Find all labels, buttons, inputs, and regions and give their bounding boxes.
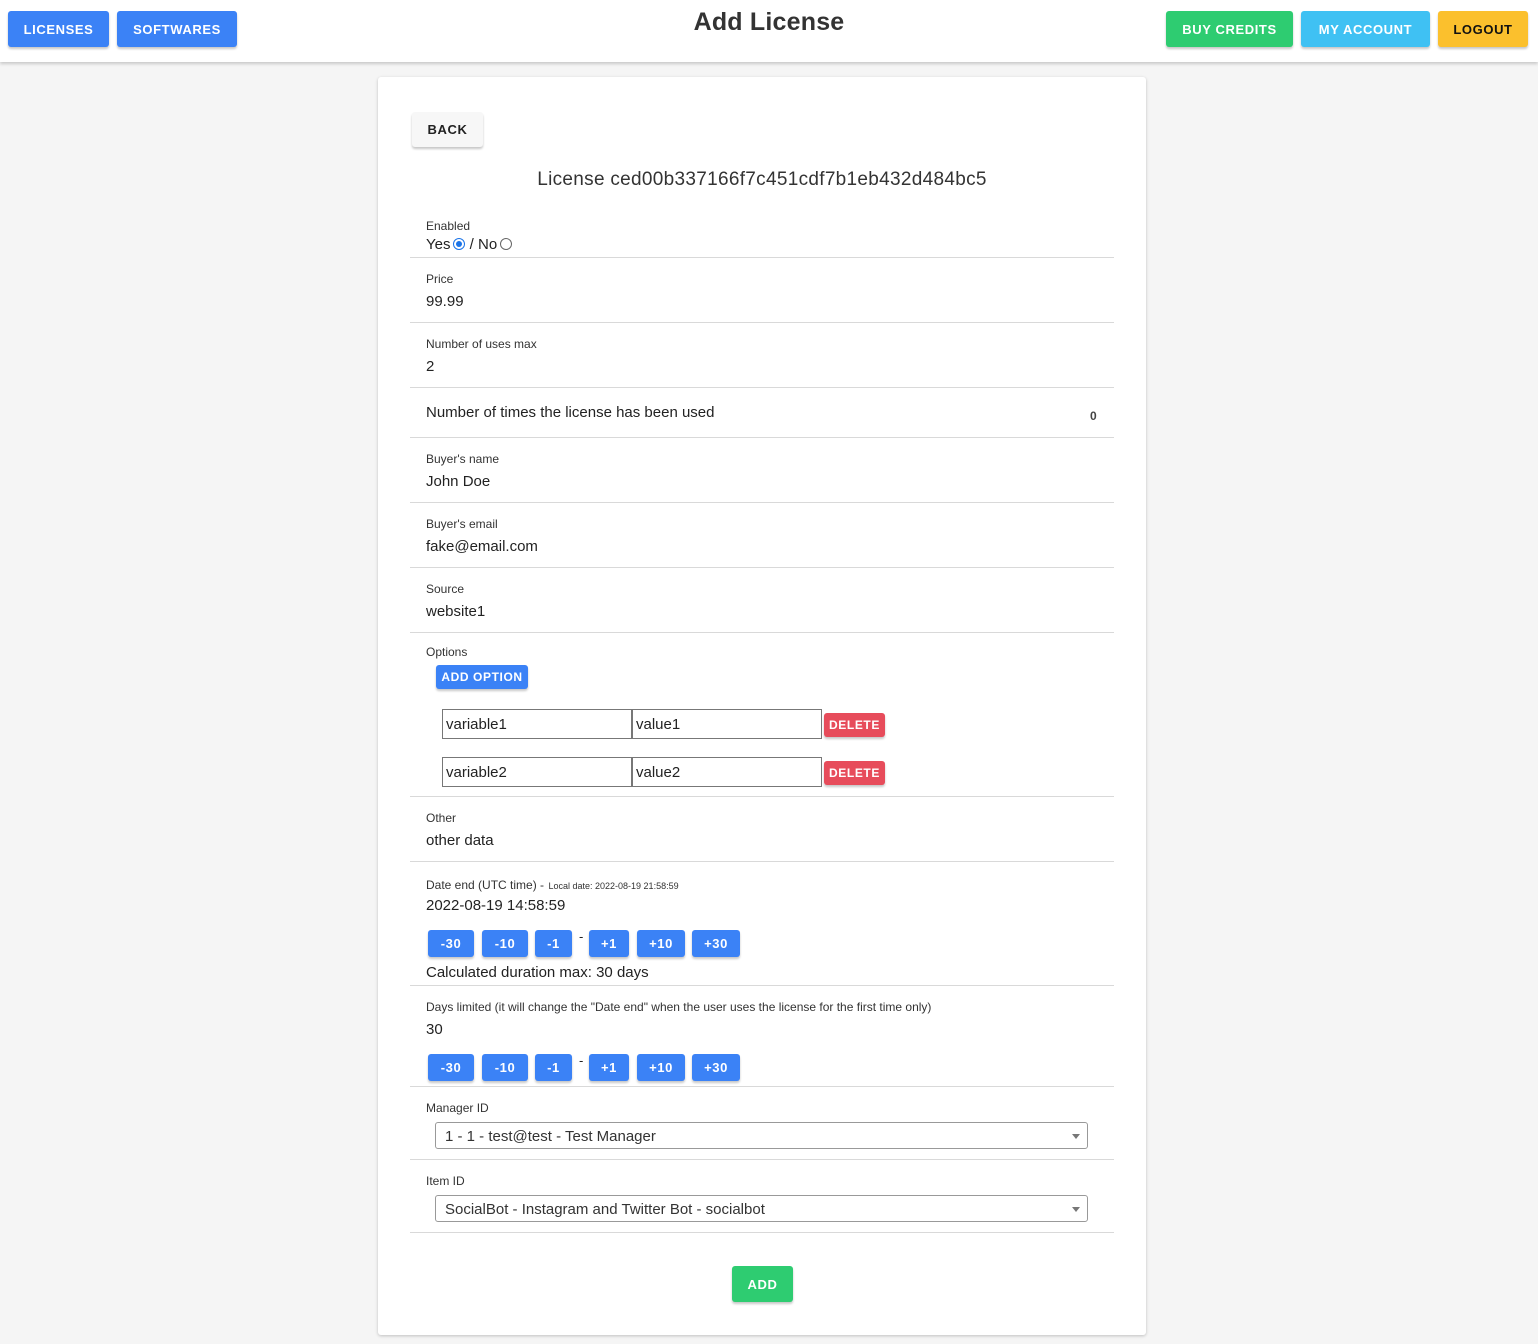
divider [410, 861, 1114, 862]
date-end-label-row: Date end (UTC time) - Local date: 2022-0… [426, 876, 679, 894]
options-label: Options [426, 645, 468, 659]
divider [410, 632, 1114, 633]
option-value-input[interactable] [632, 757, 822, 787]
times-used-label: Number of times the license has been use… [426, 404, 715, 421]
item-id-selected: SocialBot - Instagram and Twitter Bot - … [445, 1201, 765, 1218]
days-limited-field[interactable]: 30 [426, 1021, 443, 1038]
source-field[interactable]: website1 [426, 603, 485, 620]
enabled-separator: / [469, 236, 474, 253]
step-separator: - [579, 1053, 584, 1068]
max-uses-field[interactable]: 2 [426, 358, 434, 375]
date-plus-10-button[interactable]: +10 [637, 930, 685, 957]
date-minus-1-button[interactable]: -1 [535, 930, 572, 957]
divider [410, 1086, 1114, 1087]
times-used-value: 0 [1090, 409, 1097, 423]
date-minus-10-button[interactable]: -10 [482, 930, 528, 957]
date-end-field[interactable]: 2022-08-19 14:58:59 [426, 897, 565, 914]
other-label: Other [426, 811, 457, 825]
buyer-email-field[interactable]: fake@email.com [426, 538, 538, 555]
days-minus-30-button[interactable]: -30 [428, 1054, 474, 1081]
enabled-no-radio[interactable] [500, 238, 513, 250]
option-key-input[interactable] [442, 709, 632, 739]
date-plus-1-button[interactable]: +1 [589, 930, 629, 957]
local-date-note: Local date: 2022-08-19 21:58:59 [548, 881, 679, 891]
delete-option-button[interactable]: DELETE [824, 713, 885, 737]
date-plus-30-button[interactable]: +30 [692, 930, 740, 957]
item-id-select[interactable]: SocialBot - Instagram and Twitter Bot - … [435, 1195, 1088, 1222]
delete-option-button[interactable]: DELETE [824, 761, 885, 785]
divider [410, 387, 1114, 388]
price-field[interactable]: 99.99 [426, 293, 464, 310]
divider [410, 796, 1114, 797]
buyer-name-label: Buyer's name [426, 452, 499, 466]
price-label: Price [426, 272, 454, 286]
date-end-label: Date end (UTC time) - [426, 878, 545, 892]
option-value-input[interactable] [632, 709, 822, 739]
days-plus-10-button[interactable]: +10 [637, 1054, 685, 1081]
item-id-label: Item ID [426, 1174, 465, 1188]
manager-id-label: Manager ID [426, 1101, 489, 1115]
back-button[interactable]: BACK [412, 112, 483, 147]
divider [410, 567, 1114, 568]
enabled-no-label: No [478, 236, 498, 253]
top-navbar: LICENSES SOFTWARES Add License BUY CREDI… [0, 0, 1538, 62]
days-plus-1-button[interactable]: +1 [589, 1054, 629, 1081]
divider [410, 257, 1114, 258]
enabled-yes-label: Yes [426, 236, 451, 253]
logout-button[interactable]: LOGOUT [1438, 11, 1528, 47]
days-limited-label: Days limited (it will change the "Date e… [426, 1000, 932, 1014]
my-account-button[interactable]: MY ACCOUNT [1301, 11, 1430, 47]
add-option-button[interactable]: ADD OPTION [436, 665, 528, 689]
divider [410, 1159, 1114, 1160]
add-button[interactable]: ADD [732, 1266, 793, 1302]
buy-credits-button[interactable]: BUY CREDITS [1166, 11, 1293, 47]
enabled-radio-group: Yes / No [426, 236, 513, 253]
date-minus-30-button[interactable]: -30 [428, 930, 474, 957]
divider [410, 985, 1114, 986]
days-minus-1-button[interactable]: -1 [535, 1054, 572, 1081]
divider [410, 322, 1114, 323]
divider [410, 437, 1114, 438]
enabled-yes-radio[interactable] [453, 238, 466, 250]
license-title: License ced00b337166f7c451cdf7b1eb432d48… [537, 169, 987, 190]
max-uses-label: Number of uses max [426, 337, 537, 351]
divider [410, 1232, 1114, 1233]
days-plus-30-button[interactable]: +30 [692, 1054, 740, 1081]
buyer-name-field[interactable]: John Doe [426, 473, 490, 490]
step-separator: - [579, 929, 584, 944]
calculated-duration: Calculated duration max: 30 days [426, 964, 649, 981]
chevron-down-icon [1072, 1207, 1080, 1212]
manager-id-select[interactable]: 1 - 1 - test@test - Test Manager [435, 1122, 1088, 1149]
chevron-down-icon [1072, 1134, 1080, 1139]
other-field[interactable]: other data [426, 832, 494, 849]
source-label: Source [426, 582, 465, 596]
manager-id-selected: 1 - 1 - test@test - Test Manager [445, 1128, 656, 1145]
license-form-card: BACK License ced00b337166f7c451cdf7b1eb4… [378, 77, 1146, 1335]
enabled-label: Enabled [426, 219, 471, 233]
days-minus-10-button[interactable]: -10 [482, 1054, 528, 1081]
buyer-email-label: Buyer's email [426, 517, 498, 531]
divider [410, 502, 1114, 503]
option-key-input[interactable] [442, 757, 632, 787]
